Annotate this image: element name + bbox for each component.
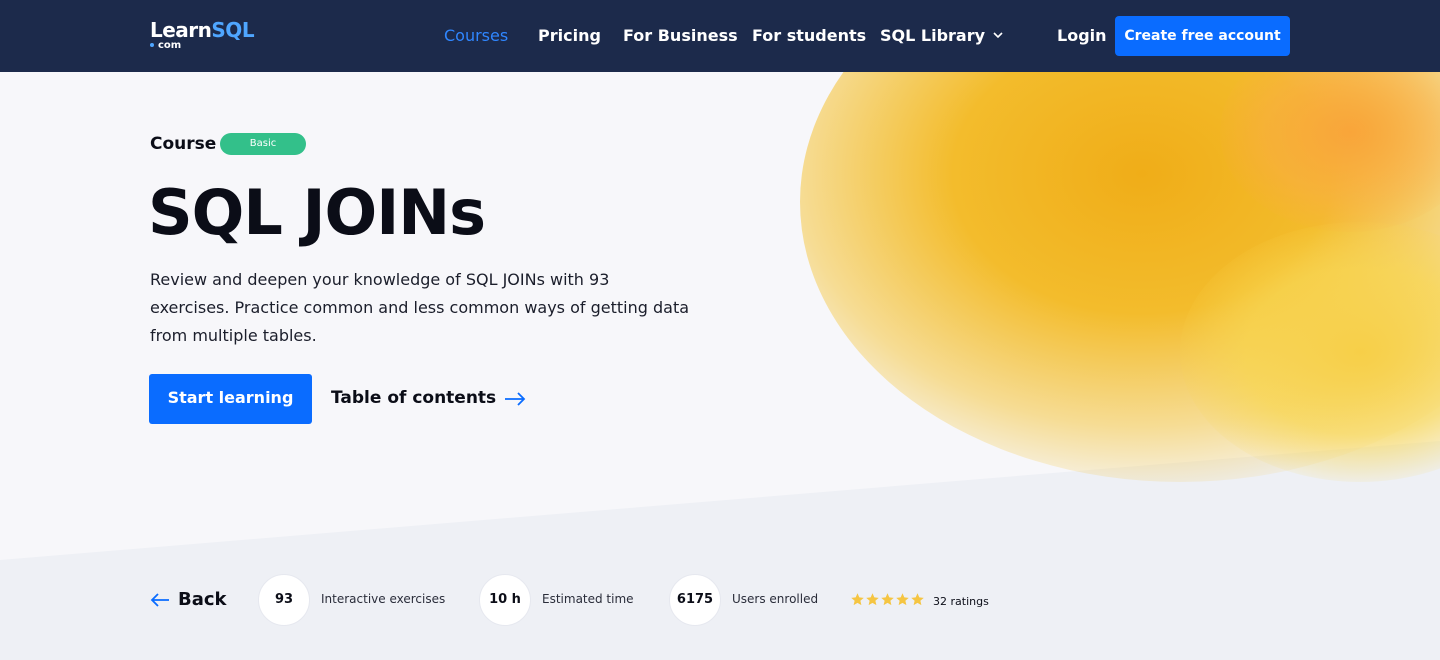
estimated-time-label: Estimated time xyxy=(542,592,634,606)
rating-stars xyxy=(850,592,925,611)
toc-label: Table of contents xyxy=(331,388,497,408)
chevron-down-icon xyxy=(993,32,1003,39)
nav-link-for-business[interactable]: For Business xyxy=(623,26,738,46)
create-account-button[interactable]: Create free account xyxy=(1115,16,1290,56)
arrow-right-icon xyxy=(505,392,526,406)
star-icon xyxy=(851,593,864,606)
users-enrolled-label: Users enrolled xyxy=(732,592,819,606)
course-label: Course xyxy=(150,134,217,154)
logo-dot-icon xyxy=(150,43,154,47)
nav-link-for-students[interactable]: For students xyxy=(752,26,866,46)
level-badge: Basic xyxy=(220,133,306,155)
login-link[interactable]: Login xyxy=(1057,26,1107,46)
exercises-label: Interactive exercises xyxy=(321,592,446,606)
sql-library-label: SQL Library xyxy=(880,26,986,45)
star-icon xyxy=(911,593,924,606)
logo-com-text: com xyxy=(158,40,182,51)
nav-dropdown-sql-library[interactable]: SQL Library xyxy=(880,26,1003,46)
hero-section: Course Basic SQL JOINs Review and deepen… xyxy=(0,72,1440,660)
logo-wordmark: LearnSQL xyxy=(150,18,255,42)
start-learning-button[interactable]: Start learning xyxy=(149,374,312,424)
table-of-contents-link[interactable]: Table of contents xyxy=(331,388,526,408)
star-icon xyxy=(866,593,879,606)
back-link[interactable]: Back xyxy=(150,589,227,610)
users-enrolled-circle: 6175 xyxy=(669,574,721,626)
nav-link-pricing[interactable]: Pricing xyxy=(538,26,601,46)
arrow-left-icon xyxy=(150,593,169,607)
logo-learn: Learn xyxy=(150,18,212,42)
star-icon xyxy=(881,593,894,606)
learnsql-logo[interactable]: LearnSQL com xyxy=(150,18,260,54)
page-title: SQL JOINs xyxy=(148,176,486,249)
nav-link-courses[interactable]: Courses xyxy=(444,26,508,46)
course-description: Review and deepen your knowledge of SQL … xyxy=(150,270,690,345)
star-icon xyxy=(896,593,909,606)
estimated-time-circle: 10 h xyxy=(479,574,531,626)
logo-domain: com xyxy=(150,40,181,51)
logo-sql: SQL xyxy=(211,18,255,42)
ratings-count: 32 ratings xyxy=(933,595,989,608)
top-nav: LearnSQL com Courses Pricing For Busines… xyxy=(0,0,1440,72)
exercises-count-circle: 93 xyxy=(258,574,310,626)
back-label: Back xyxy=(178,589,227,610)
